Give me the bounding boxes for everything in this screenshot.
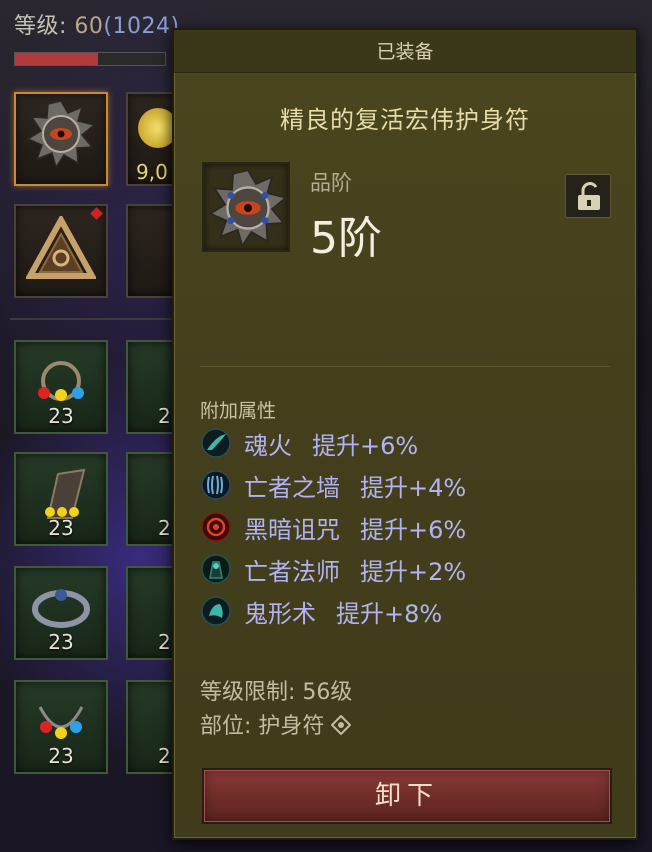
level-requirement: 等级限制: 56级 [200,674,352,706]
slot-label: 部位: [200,714,252,739]
equip-slot-info: 部位: 护身符 [200,708,352,740]
amulet-icon [208,169,288,248]
attribute-value: 提升+6% [312,431,419,460]
gem-slot-2[interactable]: 23 [14,452,108,546]
amulet-slot[interactable] [14,92,108,186]
item-count: 23 [48,630,74,654]
attribute-value: 提升+8% [336,599,443,628]
lock-toggle-button[interactable] [565,174,611,218]
level-label: 等级: [14,14,75,39]
item-count: 23 [48,744,74,768]
unlock-icon [578,182,600,210]
gold-amount: 9,0 [136,160,168,184]
attribute-row: 亡者法师 提升+2% [200,554,467,586]
gem-slot-3[interactable]: 23 [14,566,108,660]
equipped-header: 已装备 [174,30,636,73]
gem-charm-icon [38,360,84,401]
item-count: 23 [48,404,74,428]
equipment-slot-partial[interactable] [126,204,176,298]
requirement-value: 56级 [302,680,353,705]
attribute-row: 魂火 提升+6% [200,428,419,460]
gem-slot-1[interactable]: 23 [14,340,108,434]
player-level: 等级: 60(1024) [14,8,180,40]
item-name: 精良的复活宏伟护身符 [280,106,530,134]
ghost-form-icon [201,596,231,626]
attribute-value: 提升+4% [360,473,467,502]
attribute-row: 鬼形术 提升+8% [200,596,443,628]
attribute-name: 鬼形术 [244,599,316,628]
bracer-icon [45,468,86,519]
soulfire-icon [201,428,231,458]
section-divider [200,366,610,367]
slot-value: 护身符 [258,714,325,739]
attribute-value: 提升+2% [360,557,467,586]
gem-slot-partial-2[interactable]: 2 [126,452,176,546]
gem-necklace-icon [38,705,84,739]
gem-slot-partial-1[interactable]: 2 [126,340,176,434]
dark-curse-icon [201,512,231,542]
item-tooltip-panel: 已装备 精良的复活宏伟护身符 品阶 5阶 附加属性 魂火 提升+6% 亡者之墙 … [172,28,638,840]
triangle-rune-icon [26,216,96,279]
level-value: 60 [74,14,104,39]
skeletal-mage-icon [201,554,231,584]
gem-slot-partial-3[interactable]: 2 [126,566,176,660]
requirement-label: 等级限制: [200,680,296,705]
tier-value: 5阶 [310,213,382,264]
attribute-row: 亡者之墙 提升+4% [200,470,467,502]
xp-bar [14,52,166,66]
attribute-value: 提升+6% [360,515,467,544]
item-count: 23 [48,516,74,540]
level-paragon: (1024) [103,14,180,39]
unequip-button[interactable]: 卸下 [202,768,612,824]
xp-fill [15,53,98,65]
attribute-name: 黑暗诅咒 [244,515,340,544]
tier-label: 品阶 [310,171,352,195]
attribute-row: 黑暗诅咒 提升+6% [200,512,467,544]
amulet-slot-icon [331,714,352,736]
attribute-name: 亡者法师 [244,557,340,586]
attribute-name: 亡者之墙 [244,473,340,502]
item-icon-frame [202,162,290,252]
ring-icon [32,588,90,628]
amulet-icon [26,99,96,169]
inventory-divider [10,318,185,320]
attributes-title: 附加属性 [200,400,277,422]
bone-wall-icon [201,470,231,500]
gem-slot-4[interactable]: 23 [14,680,108,774]
attribute-name: 魂火 [244,431,292,460]
gem-slot-partial-4[interactable]: 2 [126,680,176,774]
